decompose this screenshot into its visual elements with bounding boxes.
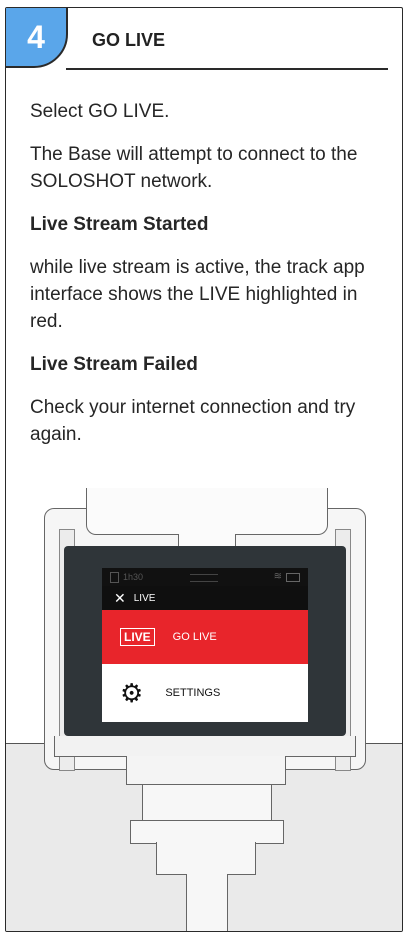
step-title: GO LIVE bbox=[92, 30, 166, 50]
status-bar: 1h30 ≋ bbox=[102, 568, 308, 586]
heading-started: Live Stream Started bbox=[30, 214, 209, 235]
screen-title: LIVE bbox=[133, 592, 156, 604]
paragraph-connect: The Base will attempt to connect to the … bbox=[30, 144, 358, 192]
status-time: 1h30 bbox=[123, 572, 144, 582]
go-live-label: GO LIVE bbox=[172, 631, 217, 643]
device-screen: 1h30 ≋ ✕ LIVE LIVE GO LIVE ⚙ SETTINGS bbox=[102, 568, 308, 722]
device-bottom-ledge bbox=[54, 736, 356, 757]
instruction-text: Select GO LIVE. The Base will attempt to… bbox=[30, 98, 382, 464]
screen-top-row[interactable]: ✕ LIVE bbox=[102, 586, 308, 610]
header-divider bbox=[66, 68, 388, 70]
go-live-button[interactable]: LIVE GO LIVE bbox=[102, 610, 308, 664]
heading-failed: Live Stream Failed bbox=[30, 354, 198, 375]
close-icon[interactable]: ✕ bbox=[114, 591, 126, 605]
device-top-cap bbox=[86, 488, 328, 535]
live-badge: LIVE bbox=[120, 628, 155, 646]
paragraph-select: Select GO LIVE. bbox=[30, 101, 170, 122]
tripod-pole bbox=[186, 874, 228, 931]
instruction-card: 4 GO LIVE Select GO LIVE. The Base will … bbox=[5, 7, 403, 932]
settings-label: SETTINGS bbox=[165, 687, 221, 699]
signal-bars-icon bbox=[190, 574, 218, 582]
mount-collar bbox=[130, 820, 284, 844]
mount-neck bbox=[156, 842, 256, 875]
sd-card-icon bbox=[110, 571, 119, 583]
settings-button[interactable]: ⚙ SETTINGS bbox=[102, 664, 308, 722]
mount-clamp bbox=[142, 784, 272, 822]
gear-icon: ⚙ bbox=[120, 678, 144, 708]
mount-top bbox=[126, 756, 286, 785]
battery-icon bbox=[286, 573, 300, 582]
device-illustration: 1h30 ≋ ✕ LIVE LIVE GO LIVE ⚙ SETTINGS bbox=[6, 488, 402, 931]
step-header: 4 GO LIVE bbox=[6, 8, 402, 76]
paragraph-active: while live stream is active, the track a… bbox=[30, 257, 365, 332]
wifi-icon: ≋ bbox=[273, 571, 282, 582]
step-number-badge: 4 bbox=[6, 8, 68, 68]
paragraph-check: Check your internet connection and try a… bbox=[30, 397, 356, 445]
